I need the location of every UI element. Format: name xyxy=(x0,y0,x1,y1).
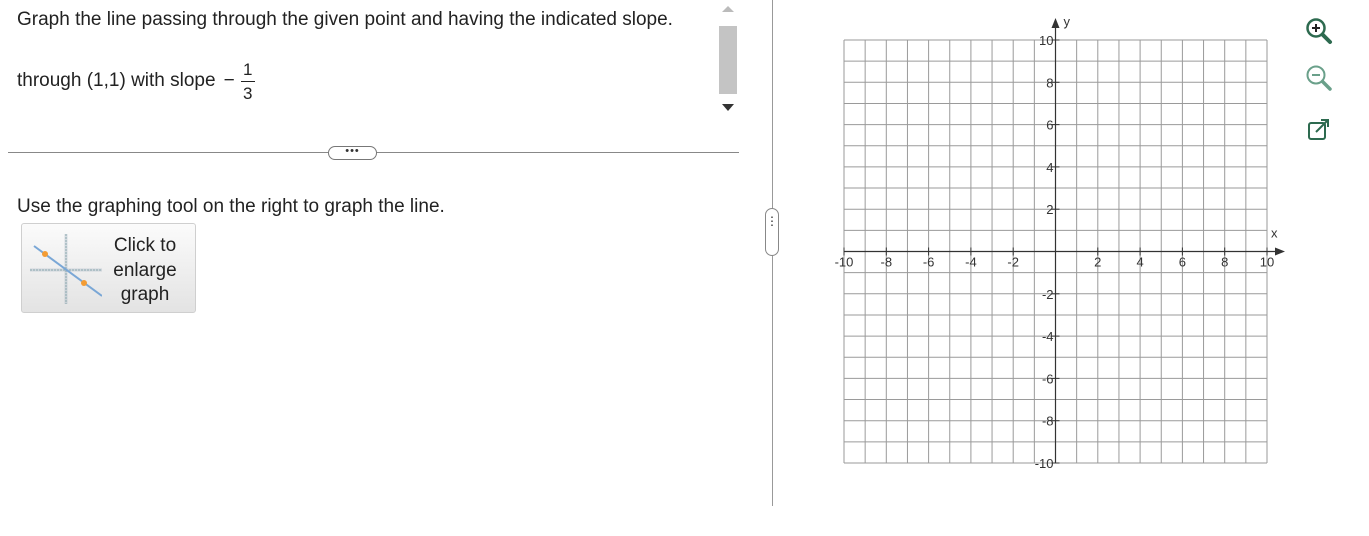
enlarge-label-line3: graph xyxy=(120,284,170,305)
pane-handle-glyph: ⋮ xyxy=(766,214,778,228)
x-tick-label: -10 xyxy=(835,255,854,270)
x-tick-label: -4 xyxy=(965,255,977,270)
y-tick-label: 2 xyxy=(1046,202,1053,217)
x-tick-label: -8 xyxy=(881,255,893,270)
y-tick-label: 8 xyxy=(1046,75,1053,90)
x-tick-label: -2 xyxy=(1007,255,1019,270)
x-axis-tick-labels: -10 -8 -6 -4 -2 2 4 6 8 10 xyxy=(835,247,1274,270)
x-tick-label: -6 xyxy=(923,255,935,270)
graph-thumbnail-icon xyxy=(30,234,102,304)
x-axis-label: x xyxy=(1271,226,1278,241)
x-tick-label: 8 xyxy=(1221,255,1228,270)
scroll-down-arrow-icon[interactable] xyxy=(722,104,734,111)
y-tick-label: 10 xyxy=(1039,33,1053,48)
enlarge-graph-button[interactable]: Click to enlarge graph xyxy=(21,223,196,313)
y-tick-label: -2 xyxy=(1042,287,1054,302)
zoom-in-button[interactable] xyxy=(1303,15,1335,47)
popout-icon xyxy=(1308,119,1329,140)
enlarge-label-line2: enlarge xyxy=(113,259,177,281)
zoom-in-icon xyxy=(1306,18,1332,44)
slope-denominator: 3 xyxy=(242,83,253,103)
popout-graph-button[interactable] xyxy=(1303,114,1335,146)
x-tick-label: 4 xyxy=(1136,255,1143,270)
pane-resize-handle[interactable]: ⋮ xyxy=(765,208,779,256)
instruction-text: Use the graphing tool on the right to gr… xyxy=(17,196,445,217)
slope-sign: − xyxy=(223,70,235,91)
x-tick-label: 10 xyxy=(1260,255,1274,270)
question-point-slope: through (1,1) with slope − 1 3 xyxy=(17,56,255,106)
y-axis-label: y xyxy=(1064,14,1071,29)
graph-canvas[interactable]: -10 -8 -6 -4 -2 2 4 6 8 10 10 8 6 4 2 -2 -4 -6 -8 -10 x y xyxy=(830,10,1300,480)
slope-numerator: 1 xyxy=(242,59,253,79)
y-tick-label: -8 xyxy=(1042,414,1054,429)
y-tick-label: 4 xyxy=(1046,160,1053,175)
y-tick-label: -6 xyxy=(1042,371,1054,386)
enlarge-graph-label: Click to enlarge graph xyxy=(110,234,180,308)
y-tick-label: 6 xyxy=(1046,118,1053,133)
question-scrollbar[interactable] xyxy=(716,2,740,120)
y-axis-arrow-icon xyxy=(1051,18,1060,28)
x-tick-label: 6 xyxy=(1179,255,1186,270)
expand-more-button[interactable]: ••• xyxy=(328,146,377,160)
through-text: through (1,1) with slope xyxy=(17,70,216,91)
y-tick-label: -4 xyxy=(1042,329,1054,344)
x-axis-arrow-icon xyxy=(1275,247,1285,256)
zoom-out-button[interactable] xyxy=(1303,62,1335,94)
enlarge-label-line1: Click to xyxy=(113,235,177,256)
x-tick-label: 2 xyxy=(1094,255,1101,270)
graph-axes xyxy=(844,18,1285,463)
scroll-up-arrow-icon[interactable] xyxy=(722,6,734,12)
thumb-point-1 xyxy=(42,251,48,257)
zoom-out-icon xyxy=(1306,65,1332,91)
question-title: Graph the line passing through the given… xyxy=(17,9,673,30)
scroll-thumb[interactable] xyxy=(719,26,737,94)
slope-fraction: − 1 3 xyxy=(224,61,255,102)
y-tick-label: -10 xyxy=(1035,456,1054,471)
thumb-point-2 xyxy=(81,280,87,286)
